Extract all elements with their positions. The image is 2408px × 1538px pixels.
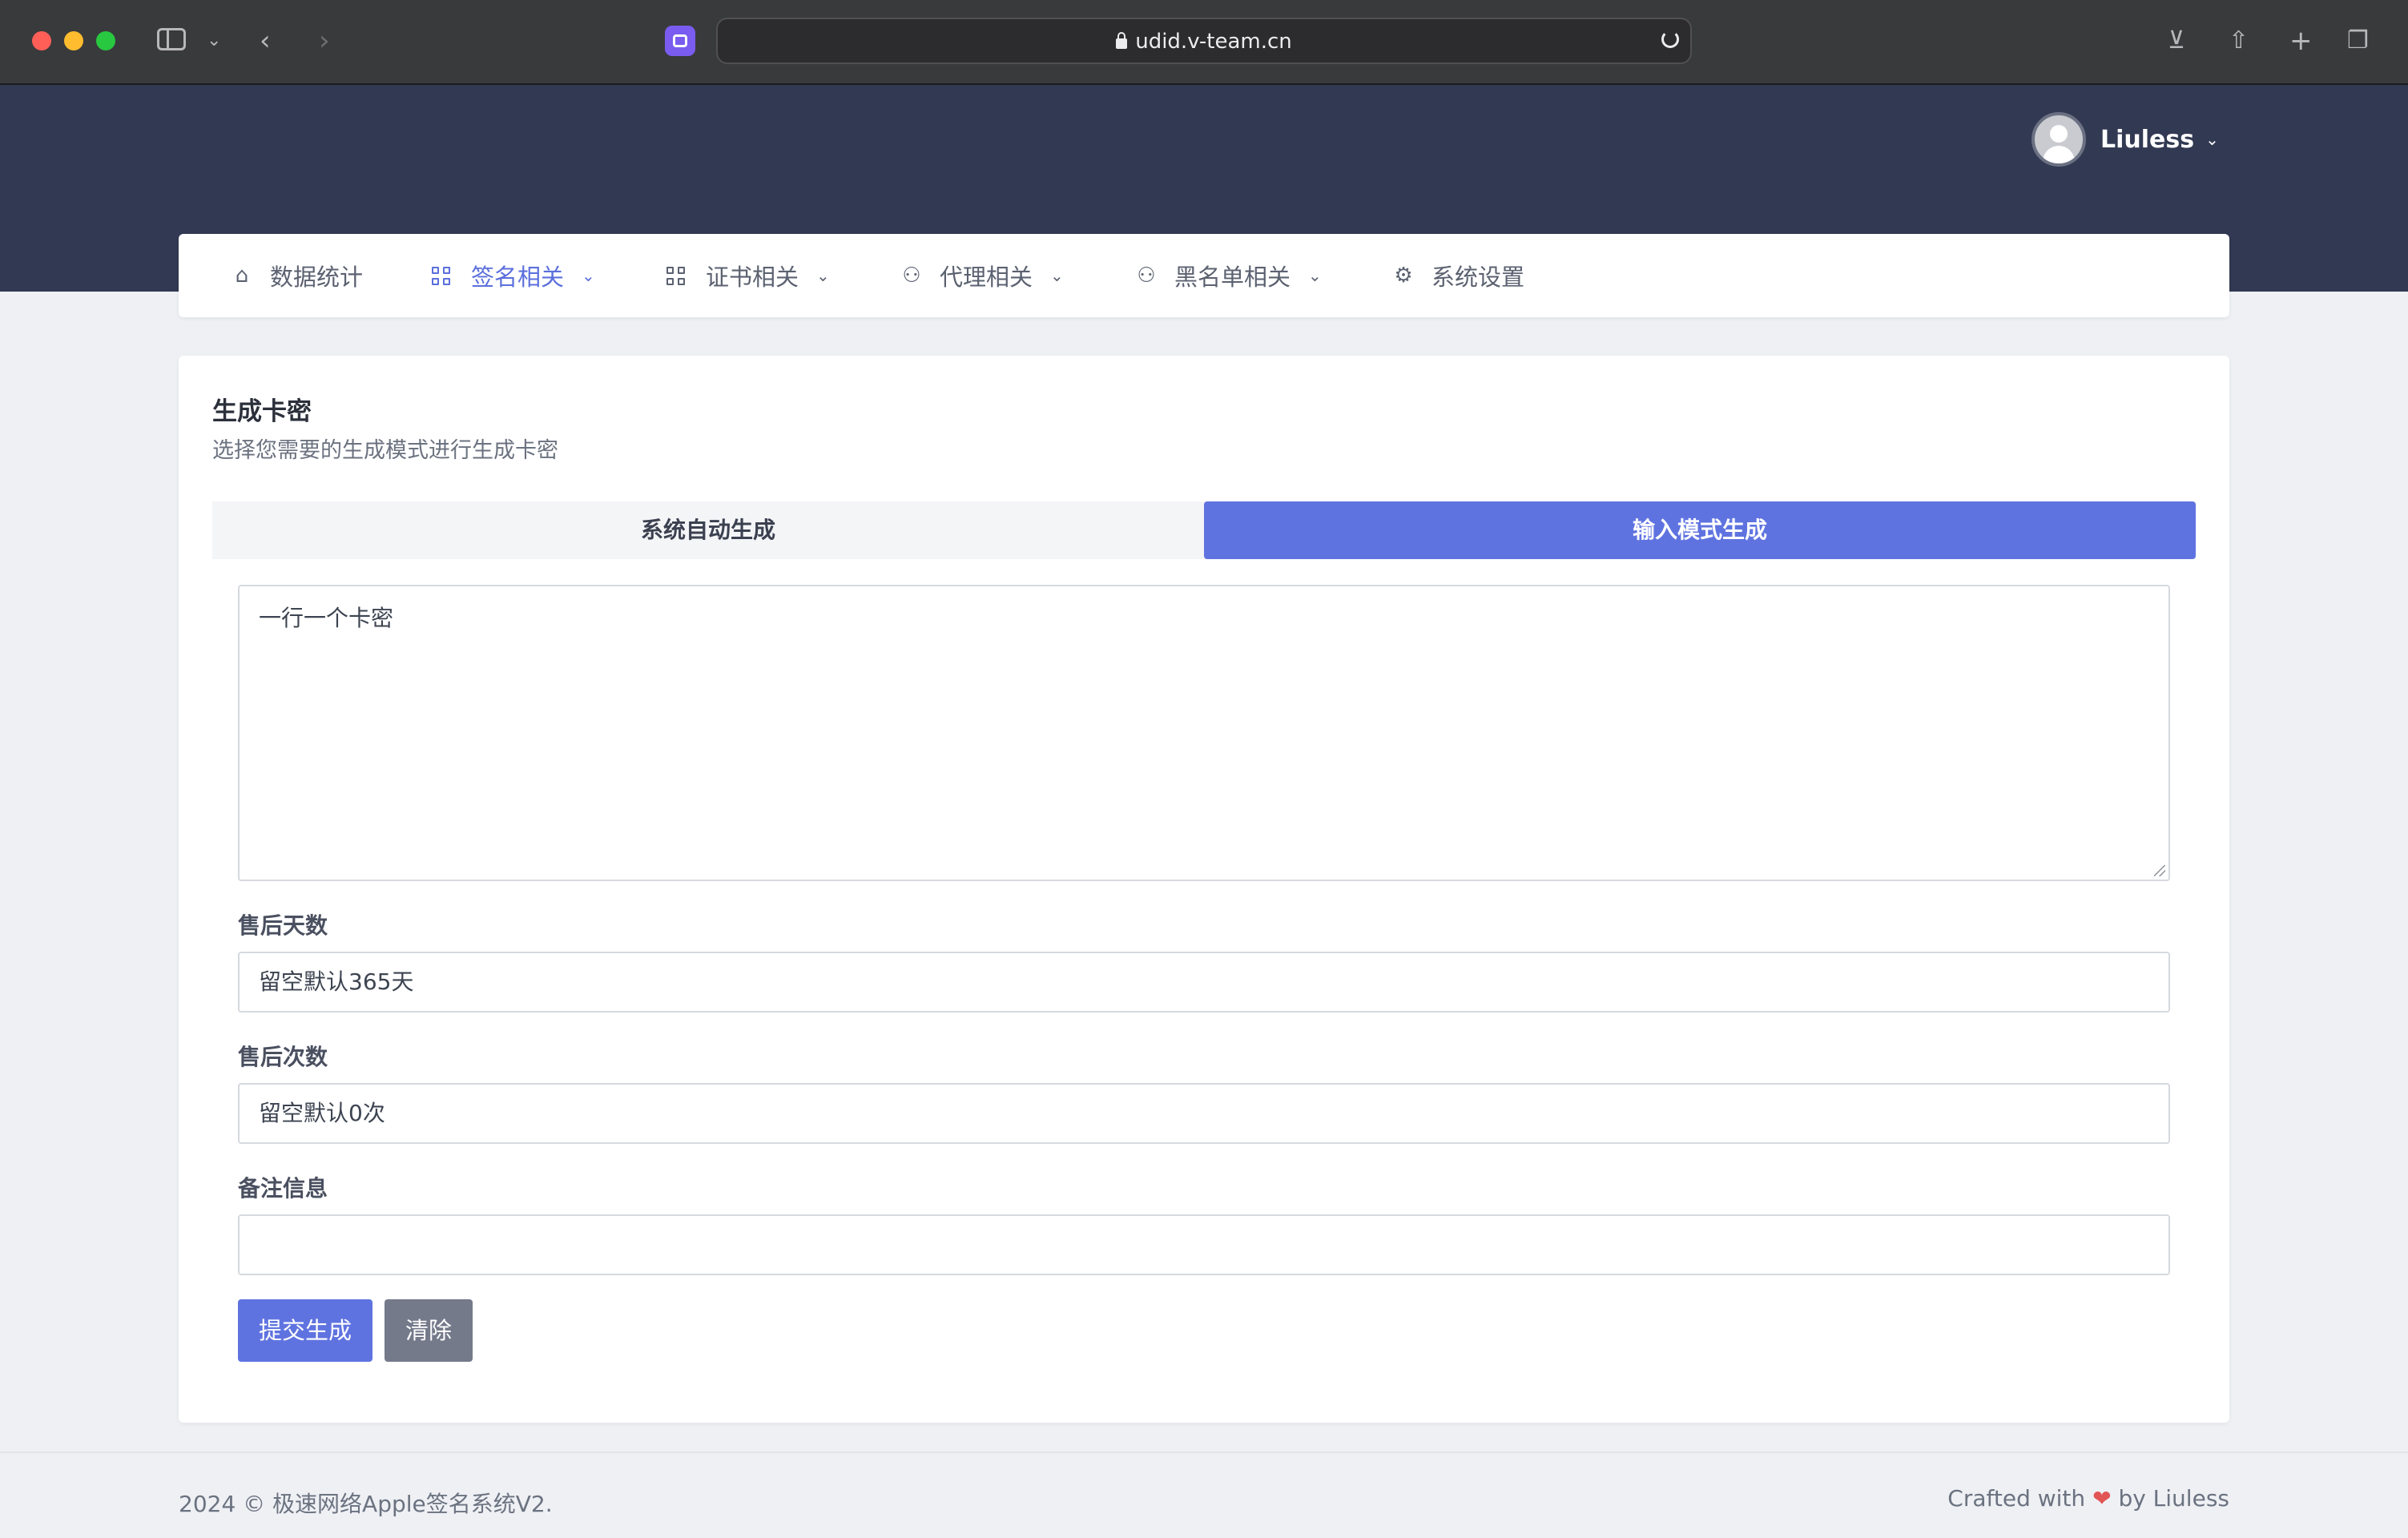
chevron-down-icon[interactable]: ⌄ <box>2205 130 2219 149</box>
nav-item-blacklist[interactable]: ⚇ 黑名单相关 ⌄ <box>1134 234 1322 317</box>
footer-credit-prefix: Crafted with <box>1947 1485 2086 1512</box>
remark-input[interactable] <box>238 1214 2170 1275</box>
nav-item-label: 签名相关 <box>471 264 565 291</box>
nav-item-stats[interactable]: ⌂ 数据统计 <box>230 234 363 317</box>
user-menu[interactable]: Liuless ⌄ <box>2031 112 2219 167</box>
avatar[interactable] <box>2031 112 2086 167</box>
address-bar[interactable]: udid.v-team.cn <box>716 18 1692 64</box>
nav-item-label: 代理相关 <box>940 264 1033 291</box>
chevron-down-icon: ⌄ <box>816 266 830 285</box>
input-placeholder: 留空默认0次 <box>259 1100 385 1126</box>
forward-arrow-icon[interactable]: › <box>319 25 330 57</box>
remark-label: 备注信息 <box>238 1175 328 1202</box>
url-text: udid.v-team.cn <box>1135 30 1292 54</box>
after-sale-times-label: 售后次数 <box>238 1044 328 1070</box>
page-title: 生成卡密 <box>212 397 312 426</box>
main-nav: ⌂ 数据统计 签名相关 ⌄ 证书相关 ⌄ ⚇ 代理相关 ⌄ ⚇ 黑名单相关 ⌄ … <box>179 234 2229 317</box>
browser-toolbar: ⌄ ‹ › udid.v-team.cn ⊻ ⇧ + ❐ <box>0 0 2408 85</box>
tab-input-generate[interactable]: 输入模式生成 <box>1204 501 2196 559</box>
users-icon: ⚇ <box>1137 264 1156 288</box>
footer-copyright: 2024 © 极速网络Apple签名系统V2. <box>179 1491 553 1517</box>
grid-icon <box>432 266 450 285</box>
nav-item-settings[interactable]: ⚙ 系统设置 <box>1391 234 1524 317</box>
page-subtitle: 选择您需要的生成模式进行生成卡密 <box>212 438 558 463</box>
extension-icon[interactable] <box>665 26 695 56</box>
tab-auto-generate[interactable]: 系统自动生成 <box>212 501 1204 559</box>
nav-item-label: 数据统计 <box>270 264 364 291</box>
chevron-down-icon: ⌄ <box>582 266 595 285</box>
after-sale-days-label: 售后天数 <box>238 912 328 939</box>
lock-icon <box>1116 32 1128 49</box>
submit-button[interactable]: 提交生成 <box>238 1299 372 1362</box>
users-icon: ⚇ <box>902 264 921 288</box>
close-window-button[interactable] <box>32 31 51 50</box>
clear-button[interactable]: 清除 <box>385 1299 473 1362</box>
input-placeholder: 留空默认365天 <box>259 968 414 995</box>
reload-icon[interactable] <box>1661 30 1679 48</box>
minimize-window-button[interactable] <box>64 31 83 50</box>
heart-icon: ❤ <box>2092 1485 2112 1512</box>
new-tab-icon[interactable]: + <box>2289 25 2313 57</box>
after-sale-times-input[interactable]: 留空默认0次 <box>238 1083 2170 1144</box>
user-name[interactable]: Liuless <box>2100 126 2194 154</box>
nav-item-label: 证书相关 <box>706 264 799 291</box>
mode-tabs: 系统自动生成 输入模式生成 <box>212 501 2196 559</box>
gear-icon: ⚙ <box>1394 264 1413 288</box>
tab-overview-icon[interactable]: ❐ <box>2347 25 2369 57</box>
nav-item-signing[interactable]: 签名相关 ⌄ <box>432 234 595 317</box>
nav-item-label: 黑名单相关 <box>1174 264 1291 291</box>
back-arrow-icon[interactable]: ‹ <box>260 25 271 57</box>
chevron-down-icon: ⌄ <box>1308 266 1322 285</box>
chevron-down-icon[interactable]: ⌄ <box>207 25 221 57</box>
resize-grip-icon[interactable] <box>2154 865 2165 876</box>
footer-credit: Crafted with ❤ by Liuless <box>1947 1485 2229 1512</box>
home-icon: ⌂ <box>235 264 249 288</box>
nav-item-certificates[interactable]: 证书相关 ⌄ <box>666 234 830 317</box>
sidebar-toggle-icon[interactable] <box>157 28 186 50</box>
footer-divider <box>0 1451 2408 1453</box>
footer-credit-suffix: by Liuless <box>2118 1485 2229 1512</box>
share-icon[interactable]: ⇧ <box>2229 25 2249 57</box>
grid-icon <box>666 266 685 285</box>
nav-item-label: 系统设置 <box>1432 264 1525 291</box>
zoom-window-button[interactable] <box>96 31 115 50</box>
generate-card-panel: 生成卡密 选择您需要的生成模式进行生成卡密 系统自动生成 输入模式生成 一行一个… <box>179 356 2229 1423</box>
after-sale-days-input[interactable]: 留空默认365天 <box>238 952 2170 1013</box>
chevron-down-icon: ⌄ <box>1050 266 1064 285</box>
card-keys-textarea[interactable]: 一行一个卡密 <box>238 585 2170 881</box>
download-icon[interactable]: ⊻ <box>2168 25 2185 57</box>
textarea-placeholder: 一行一个卡密 <box>259 605 394 631</box>
nav-item-agents[interactable]: ⚇ 代理相关 ⌄ <box>900 234 1064 317</box>
